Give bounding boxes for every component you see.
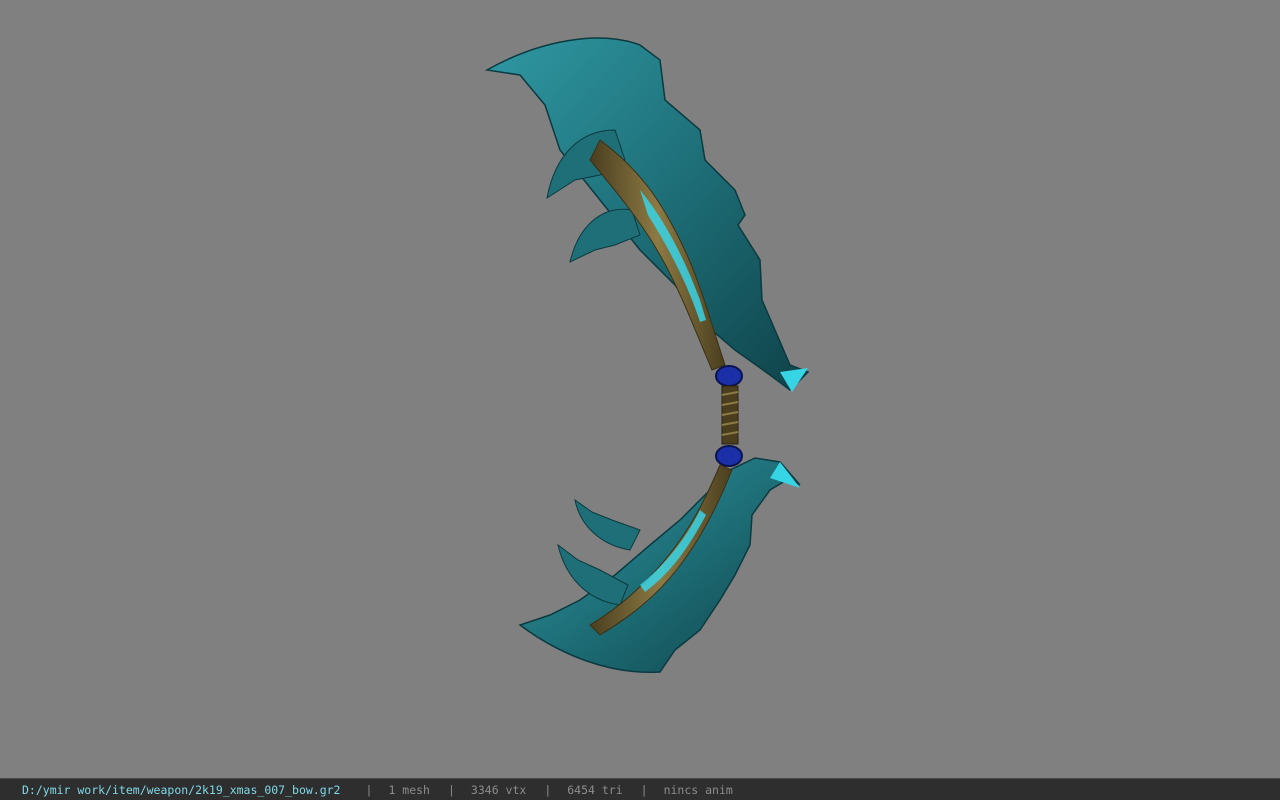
lower-gem xyxy=(715,445,743,467)
mesh-count: 1 mesh xyxy=(388,782,430,797)
triangle-count: 6454 tri xyxy=(567,782,623,797)
status-separator: | xyxy=(365,782,373,797)
vertex-count: 3346 vtx xyxy=(470,782,527,797)
bow-model[interactable] xyxy=(0,0,1280,778)
upper-limb xyxy=(484,37,810,392)
lower-limb xyxy=(518,457,801,674)
status-separator: | xyxy=(447,782,455,797)
status-separator: | xyxy=(544,782,552,797)
model-file-path: D:/ymir work/item/weapon/2k19_xmas_007_b… xyxy=(22,782,341,797)
lower-fin-1 xyxy=(574,498,641,551)
upper-gem xyxy=(715,365,743,387)
status-bar: D:/ymir work/item/weapon/2k19_xmas_007_b… xyxy=(0,778,1280,800)
status-separator: | xyxy=(640,782,648,797)
animation-status: nincs anim xyxy=(663,782,733,797)
grip xyxy=(715,365,743,467)
upper-fin-2 xyxy=(569,208,641,263)
3d-viewport[interactable] xyxy=(0,0,1280,778)
